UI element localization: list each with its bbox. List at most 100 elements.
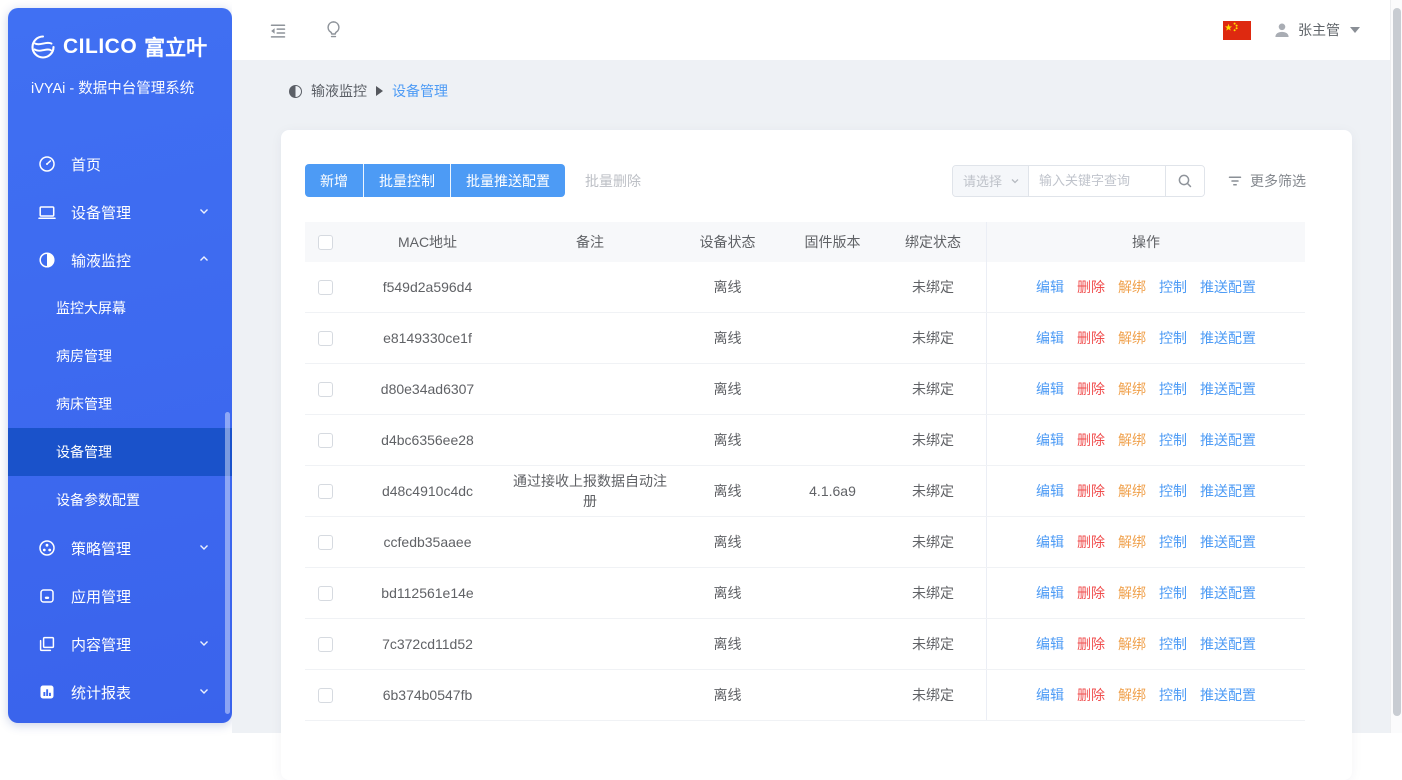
push-config-link[interactable]: 推送配置 (1200, 430, 1256, 450)
delete-link[interactable]: 删除 (1077, 685, 1105, 705)
unbind-link[interactable]: 解绑 (1118, 634, 1146, 654)
row-checkbox[interactable] (318, 484, 333, 499)
row-checkbox[interactable] (318, 382, 333, 397)
delete-link[interactable]: 删除 (1077, 481, 1105, 501)
sidebar-item-device-mgmt[interactable]: 设备管理 (8, 188, 232, 236)
bind-cell: 未绑定 (880, 364, 986, 414)
mac-cell: d80e34ad6307 (345, 364, 510, 414)
control-link[interactable]: 控制 (1159, 430, 1187, 450)
delete-link[interactable]: 删除 (1077, 532, 1105, 552)
row-checkbox[interactable] (318, 688, 333, 703)
row-checkbox[interactable] (318, 331, 333, 346)
edit-link[interactable]: 编辑 (1036, 634, 1064, 654)
edit-link[interactable]: 编辑 (1036, 277, 1064, 297)
row-checkbox[interactable] (318, 535, 333, 550)
sidebar-subitem-device-mgmt-active[interactable]: 设备管理 (8, 428, 232, 476)
unbind-link[interactable]: 解绑 (1118, 430, 1146, 450)
row-checkbox[interactable] (318, 586, 333, 601)
push-config-link[interactable]: 推送配置 (1200, 277, 1256, 297)
edit-link[interactable]: 编辑 (1036, 532, 1064, 552)
sidebar-subitem-device-params[interactable]: 设备参数配置 (8, 476, 232, 524)
unbind-link[interactable]: 解绑 (1118, 583, 1146, 603)
unbind-link[interactable]: 解绑 (1118, 685, 1146, 705)
sidebar-item-app-mgmt[interactable]: 应用管理 (8, 572, 232, 620)
edit-link[interactable]: 编辑 (1036, 328, 1064, 348)
user-menu[interactable]: 张主管 (1273, 20, 1360, 40)
sidebar-subitem-ward-mgmt[interactable]: 病房管理 (8, 332, 232, 380)
unbind-link[interactable]: 解绑 (1118, 532, 1146, 552)
sidebar-item-label: 输液监控 (71, 250, 131, 271)
firmware-cell (785, 670, 880, 720)
bind-cell: 未绑定 (880, 262, 986, 312)
control-link[interactable]: 控制 (1159, 583, 1187, 603)
more-filters-button[interactable]: 更多筛选 (1227, 171, 1306, 191)
delete-link[interactable]: 删除 (1077, 430, 1105, 450)
control-link[interactable]: 控制 (1159, 379, 1187, 399)
keyword-search-input[interactable] (1029, 166, 1165, 196)
row-checkbox[interactable] (318, 433, 333, 448)
sidebar-item-infusion-monitor[interactable]: 输液监控 (8, 236, 232, 284)
unbind-link[interactable]: 解绑 (1118, 277, 1146, 297)
sidebar-item-label: 病房管理 (56, 346, 112, 366)
device-table: MAC地址 备注 设备状态 固件版本 绑定状态 操作 f549d2a596d4 … (305, 222, 1305, 721)
sidebar-item-label: 设备管理 (71, 202, 131, 223)
bind-cell: 未绑定 (880, 568, 986, 618)
search-field-select[interactable]: 请选择 (953, 166, 1029, 196)
edit-link[interactable]: 编辑 (1036, 430, 1064, 450)
push-config-link[interactable]: 推送配置 (1200, 379, 1256, 399)
batch-control-button[interactable]: 批量控制 (363, 164, 450, 197)
delete-link[interactable]: 删除 (1077, 328, 1105, 348)
delete-link[interactable]: 删除 (1077, 634, 1105, 654)
control-link[interactable]: 控制 (1159, 634, 1187, 654)
sidebar-scrollbar-thumb[interactable] (225, 412, 230, 714)
push-config-link[interactable]: 推送配置 (1200, 532, 1256, 552)
mac-cell: 6b374b0547fb (345, 670, 510, 720)
mac-cell: d4bc6356ee28 (345, 415, 510, 465)
remark-cell (510, 415, 670, 465)
china-flag-icon[interactable] (1223, 21, 1251, 40)
row-checkbox[interactable] (318, 637, 333, 652)
edit-link[interactable]: 编辑 (1036, 379, 1064, 399)
push-config-link[interactable]: 推送配置 (1200, 685, 1256, 705)
control-link[interactable]: 控制 (1159, 685, 1187, 705)
delete-link[interactable]: 删除 (1077, 277, 1105, 297)
bind-cell: 未绑定 (880, 517, 986, 567)
control-link[interactable]: 控制 (1159, 277, 1187, 297)
breadcrumb-current[interactable]: 设备管理 (392, 81, 448, 101)
sidebar-item-strategy-mgmt[interactable]: 策略管理 (8, 524, 232, 572)
unbind-link[interactable]: 解绑 (1118, 328, 1146, 348)
header-ops: 操作 (986, 222, 1305, 262)
sidebar-item-label: 设备参数配置 (56, 490, 140, 510)
push-config-link[interactable]: 推送配置 (1200, 634, 1256, 654)
unbind-link[interactable]: 解绑 (1118, 379, 1146, 399)
sidebar-item-home[interactable]: 首页 (8, 140, 232, 188)
edit-link[interactable]: 编辑 (1036, 481, 1064, 501)
search-button[interactable] (1165, 166, 1204, 196)
row-checkbox[interactable] (318, 280, 333, 295)
push-config-link[interactable]: 推送配置 (1200, 328, 1256, 348)
sidebar-item-stats-report[interactable]: 统计报表 (8, 668, 232, 716)
batch-delete-button[interactable]: 批量删除 (585, 171, 641, 191)
sidebar-subitem-bed-mgmt[interactable]: 病床管理 (8, 380, 232, 428)
control-link[interactable]: 控制 (1159, 481, 1187, 501)
bind-cell: 未绑定 (880, 619, 986, 669)
edit-link[interactable]: 编辑 (1036, 583, 1064, 603)
more-filters-label: 更多筛选 (1250, 171, 1306, 191)
delete-link[interactable]: 删除 (1077, 583, 1105, 603)
page-scrollbar-thumb[interactable] (1393, 8, 1401, 716)
lightbulb-icon[interactable] (324, 20, 343, 44)
menu-fold-icon[interactable] (268, 21, 288, 46)
control-link[interactable]: 控制 (1159, 532, 1187, 552)
sidebar-item-content-mgmt[interactable]: 内容管理 (8, 620, 232, 668)
select-all-checkbox[interactable] (318, 235, 333, 250)
add-button[interactable]: 新增 (305, 164, 363, 197)
edit-link[interactable]: 编辑 (1036, 685, 1064, 705)
batch-push-config-button[interactable]: 批量推送配置 (450, 164, 565, 197)
unbind-link[interactable]: 解绑 (1118, 481, 1146, 501)
push-config-link[interactable]: 推送配置 (1200, 481, 1256, 501)
delete-link[interactable]: 删除 (1077, 379, 1105, 399)
control-link[interactable]: 控制 (1159, 328, 1187, 348)
push-config-link[interactable]: 推送配置 (1200, 583, 1256, 603)
sidebar-subitem-monitor-screen[interactable]: 监控大屏幕 (8, 284, 232, 332)
mac-cell: bd112561e14e (345, 568, 510, 618)
